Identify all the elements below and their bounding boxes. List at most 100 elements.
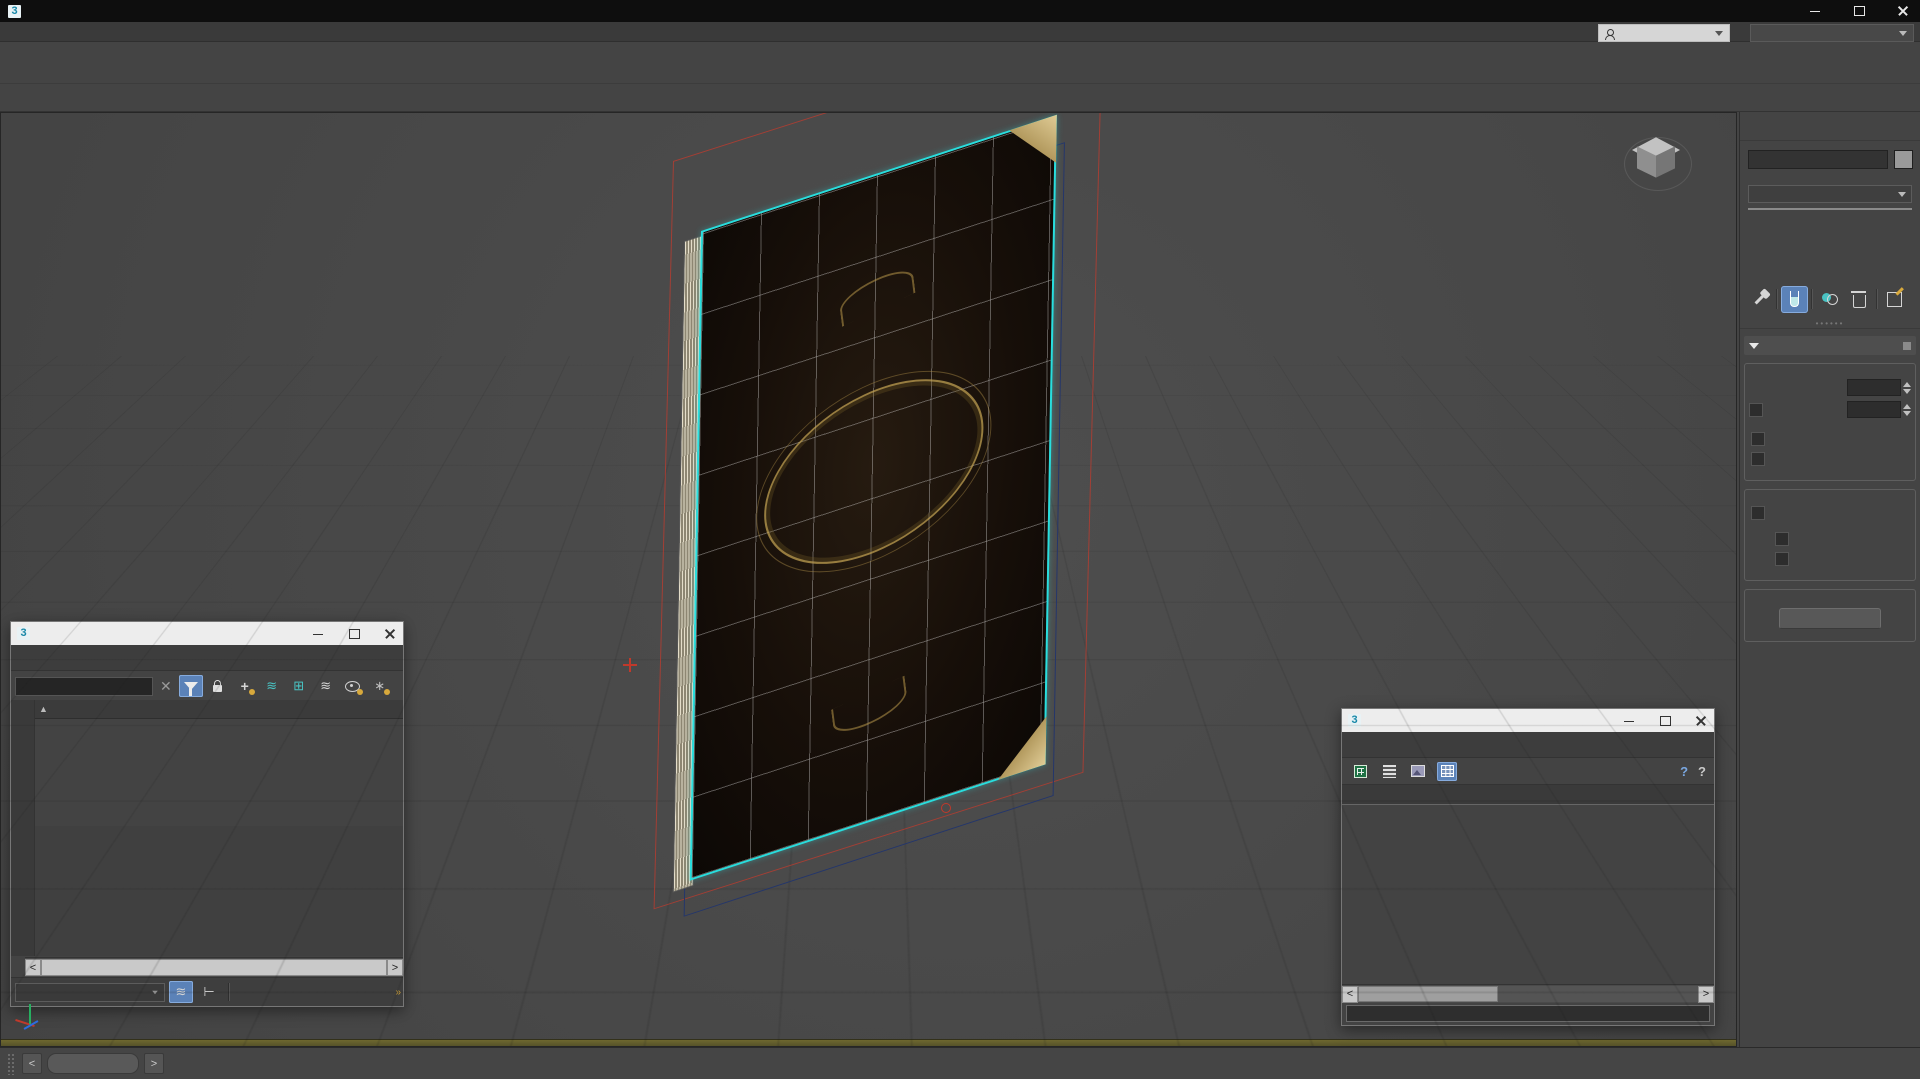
hierarchy-view-icon[interactable]: ⊢	[197, 981, 221, 1003]
scroll-right-icon[interactable]: >	[387, 959, 403, 976]
command-panel-tabs	[1740, 112, 1920, 141]
pin-stack-icon[interactable]	[1746, 286, 1773, 313]
object-name-field[interactable]	[1748, 150, 1888, 169]
track-bar[interactable]	[1, 1039, 1736, 1046]
update-options-group	[1744, 589, 1916, 642]
app-logo-icon: 3	[17, 627, 30, 640]
make-unique-icon[interactable]	[1816, 286, 1843, 313]
maximize-icon[interactable]	[1658, 714, 1672, 728]
y-axis	[29, 1004, 31, 1024]
scrollbar-thumb[interactable]	[1358, 986, 1498, 1002]
minimize-icon[interactable]	[311, 627, 325, 641]
scroll-left-icon[interactable]: <	[25, 959, 41, 976]
asset-tracking-window: 3 ? ? < >	[1341, 708, 1715, 1026]
create-new-layer-icon[interactable]: +	[233, 675, 257, 697]
main-group	[1744, 363, 1916, 481]
clear-search-icon[interactable]: ✕	[156, 678, 176, 695]
scrollbar-track[interactable]	[1498, 986, 1698, 1002]
scrollbar-thumb[interactable]	[41, 959, 387, 976]
iterations-field[interactable]	[1847, 379, 1901, 396]
chevron-down-icon	[1715, 31, 1723, 36]
filter-icon[interactable]	[179, 675, 203, 697]
export-table-icon[interactable]	[1350, 762, 1370, 781]
table-view-icon[interactable]	[1437, 762, 1457, 781]
asset-tracking-titlebar[interactable]: 3	[1342, 709, 1714, 732]
chevron-down-icon	[1898, 192, 1906, 197]
rollout-grip-icon	[1903, 342, 1911, 350]
render-iters-field[interactable]	[1847, 401, 1901, 418]
close-icon[interactable]	[1896, 4, 1910, 18]
bone-marker-icon[interactable]	[623, 658, 637, 672]
search-input[interactable]	[15, 677, 153, 696]
maximize-icon[interactable]	[1852, 4, 1866, 18]
asset-table-header[interactable]	[1342, 785, 1714, 805]
hide-toggle-icon[interactable]	[341, 675, 365, 697]
materials-checkbox[interactable]	[1775, 532, 1789, 546]
layers-icon[interactable]: ≋	[314, 675, 338, 697]
frame-counter[interactable]	[47, 1053, 139, 1074]
help-icon[interactable]: ?	[1698, 764, 1706, 779]
modifier-list-dropdown[interactable]	[1748, 185, 1912, 203]
remove-modifier-icon[interactable]	[1846, 286, 1873, 313]
horizontal-scrollbar[interactable]: < >	[25, 957, 403, 977]
sign-in-button[interactable]	[1598, 24, 1730, 42]
viewport-statistics	[9, 137, 71, 150]
divider	[1876, 289, 1878, 309]
surface-parameters-group	[1744, 489, 1916, 581]
person-icon	[1605, 29, 1614, 38]
configure-modifier-sets-icon[interactable]	[1881, 286, 1908, 313]
main-toolbar	[0, 42, 1920, 84]
scroll-right-icon[interactable]: >	[1698, 986, 1714, 1003]
turbosmooth-rollout	[1744, 336, 1916, 642]
status-bar: < >	[0, 1047, 1920, 1079]
modifier-stack-toolbar	[1746, 284, 1914, 314]
show-end-result-icon[interactable]	[1781, 286, 1808, 313]
display-filter-strip	[11, 700, 35, 956]
menu-bar	[0, 22, 1920, 42]
layer-list-empty-area	[35, 826, 403, 956]
layers-view-icon[interactable]: ≋	[169, 981, 193, 1003]
smoothing-groups-checkbox[interactable]	[1775, 552, 1789, 566]
divider	[228, 983, 230, 1001]
nested-layers-icon[interactable]: ⊞	[287, 675, 311, 697]
view-cube[interactable]	[1624, 127, 1694, 197]
minimize-icon[interactable]	[1808, 4, 1822, 18]
render-iters-spinner[interactable]	[1903, 404, 1911, 416]
scene-explorer-titlebar[interactable]: 3	[11, 622, 403, 645]
asset-tracking-toolbar: ? ?	[1342, 758, 1714, 785]
close-icon[interactable]	[1694, 714, 1708, 728]
thumbnail-view-icon[interactable]	[1408, 762, 1428, 781]
rollout-header[interactable]	[1744, 336, 1916, 355]
toolbar-handle[interactable]	[7, 1053, 14, 1075]
object-color-swatch[interactable]	[1894, 150, 1913, 169]
scroll-left-icon[interactable]: <	[1342, 986, 1358, 1003]
chevron-down-icon	[1899, 31, 1907, 36]
explicit-normals-checkbox[interactable]	[1751, 452, 1765, 466]
iterations-spinner[interactable]	[1903, 382, 1911, 394]
lock-layers-icon[interactable]	[206, 675, 230, 697]
freeze-toggle-icon[interactable]: ∗	[368, 675, 392, 697]
scene-explorer-column-header[interactable]: ▲	[35, 700, 403, 719]
previous-frame-icon[interactable]: <	[22, 1053, 42, 1074]
smooth-result-checkbox[interactable]	[1751, 506, 1765, 520]
horizontal-scrollbar[interactable]: < >	[1342, 984, 1714, 1003]
next-frame-icon[interactable]: >	[144, 1053, 164, 1074]
render-iters-checkbox[interactable]	[1749, 403, 1763, 417]
maximize-icon[interactable]	[347, 627, 361, 641]
minimize-icon[interactable]	[1622, 714, 1636, 728]
scene-explorer-footer: ≋ ⊢ »	[11, 977, 403, 1006]
close-icon[interactable]	[383, 627, 397, 641]
panel-splitter[interactable]: ••••••	[1740, 318, 1920, 329]
scene-explorer-window: 3 ✕ + ≋ ⊞ ≋ ∗ ▲ < > ≋ ⊢ »	[10, 621, 404, 1007]
divider	[1811, 289, 1813, 309]
update-button[interactable]	[1779, 608, 1881, 629]
bone-ring-icon[interactable]	[941, 803, 951, 813]
add-to-layer-icon[interactable]: ≋	[260, 675, 284, 697]
book-cover-model[interactable]	[690, 115, 1057, 881]
context-help-icon[interactable]: ?	[1680, 764, 1688, 779]
overflow-chevron-icon[interactable]: »	[395, 987, 399, 998]
isoline-display-checkbox[interactable]	[1751, 432, 1765, 446]
workspace-dropdown[interactable]	[1750, 24, 1914, 42]
asset-tracking-menubar	[1342, 732, 1714, 758]
list-view-icon[interactable]	[1379, 762, 1399, 781]
